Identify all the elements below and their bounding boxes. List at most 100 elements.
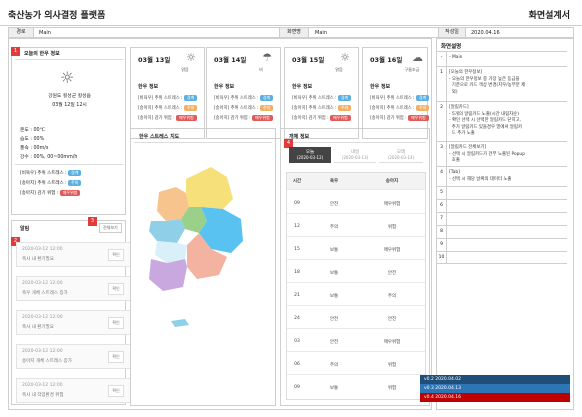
path-label: 경로 — [9, 28, 34, 37]
alerts-panel: 알림 3 전체보기 2 2020-03-12 12:00 축사 내 환기필요 확인 … — [11, 217, 131, 406]
doc-title: 화면설계서 — [528, 11, 570, 21]
forecast-date: 03월 15일 — [292, 56, 325, 64]
risk-badge: 경계 — [68, 170, 82, 176]
alert-time: 2020-03-12 12:00 — [22, 247, 63, 252]
author-label: 작성일 — [438, 28, 466, 37]
forecast-card-title: 한우 정보 — [292, 84, 313, 90]
alert-text: 축사 내 환기필요 — [22, 257, 54, 262]
forecast-date: 03월 16일 — [370, 56, 403, 64]
desc-row: 5 — [437, 186, 567, 199]
author-value: 2020.04.16 — [471, 30, 500, 36]
alert-confirm-button[interactable]: 확인 — [108, 351, 124, 363]
path-value: Main — [39, 30, 51, 36]
table-row: 06 주의 위험 — [287, 356, 425, 375]
version-tag: v0.3 2020.04.13 — [420, 384, 570, 393]
table-row: 09 보통 위험 — [294, 385, 397, 391]
alert-confirm-button[interactable]: 확인 — [108, 249, 124, 261]
forecast-date: 03월 14일 — [214, 56, 247, 64]
map-region-jeonnam — [149, 259, 187, 291]
forecast-risk: [비육우] 추위 스트레스 : 경계 — [214, 95, 274, 101]
marker-1: 1 — [11, 47, 20, 56]
desc-row: 6 — [437, 199, 567, 212]
map-region-chungnam — [149, 219, 185, 243]
alert-time: 2020-03-12 12:00 — [22, 383, 63, 388]
table-row: 21 보통 주의 — [287, 287, 425, 306]
table-row: 18 보통 안전 — [287, 264, 425, 283]
detail-table: 시간 육우 송아지 09 안전 매우위험 12 주의 위험 15 보통 매우위험 18 보통 안… — [286, 172, 426, 400]
forecast-risk: [비육우] 추위 스트레스 : 경계 — [292, 95, 352, 101]
alert-text: 축사 내 작업환경 위험 — [22, 393, 64, 398]
tab-day-after[interactable]: 모레 (2020-03-14) — [379, 147, 423, 163]
forecast-card-title: 한우 정보 — [138, 84, 159, 90]
alert-time: 2020-03-12 12:00 — [22, 281, 63, 286]
desc-row: 3 [알림카드 전체보기] - 선택 시 알림카드가 전부 노출된 Popup 호… — [437, 141, 567, 166]
alert-text: 축사 내 환기필요 — [22, 325, 54, 330]
today-risk-3: [송아지] 감기 위험 : 매우위험 — [20, 190, 81, 196]
korea-stress-map[interactable] — [131, 129, 276, 406]
desc-row: -- Main — [437, 51, 567, 66]
desc-row: 7 — [437, 212, 567, 225]
forecast-card-title: 한우 정보 — [214, 84, 235, 90]
table-row: 12 주의 위험 — [287, 218, 425, 237]
detail-panel: 개체 정보 4 오늘 (2020-03-12) 내일 (2020-03-13) 모레… — [280, 128, 430, 406]
alert-time: 2020-03-12 12:00 — [22, 315, 63, 320]
version-tag: v0.4 2020.04.16 — [420, 393, 570, 402]
location-text: 강원도 횡성군 횡성읍 — [48, 94, 91, 99]
alert-list: 2020-03-12 12:00 축사 내 환기필요 확인 2020-03-12 1… — [12, 221, 131, 406]
desc-row: 9 — [437, 238, 567, 251]
forecast-condition: 구름조금 — [404, 67, 420, 72]
forecast-risk: [송아지] 추위 스트레스 : 주의 — [292, 105, 352, 111]
path-bar: 경로 Main 화면명 Main 작성일 2020.04.16 — [8, 27, 574, 38]
desc-row: 4 [Tab] - 선택 시 해당 날짜의 데이터 노출 — [437, 166, 567, 186]
alert-text: 축우 개체 스트레스 증가 — [22, 291, 68, 296]
tab-tomorrow[interactable]: 내일 (2020-03-13) — [334, 147, 376, 163]
forecast-card-title: 한우 정보 — [370, 84, 391, 90]
version-tag: v0.2 2020.04.02 — [420, 375, 570, 384]
table-row: 15 보통 매우위험 — [287, 241, 425, 260]
alert-card: 2020-03-12 12:00 축사 내 환기필요 확인 — [16, 310, 131, 335]
app-title: 축산농가 의사결정 플랫폼 — [8, 11, 106, 21]
forecast-card[interactable]: 03월 16일 ☁ 구름조금 한우 정보 [비육우] 추위 스트레스 : 경계 … — [362, 47, 430, 139]
map-region-gangwon — [186, 167, 233, 209]
sun-icon: ☼ — [186, 51, 196, 64]
forecast-risk: [송아지] 감기 위험 : 매우위험 — [292, 115, 351, 121]
screen-value: Main — [315, 30, 327, 36]
app-header: 축산농가 의사결정 플랫폼 화면설계서 — [0, 0, 582, 26]
forecast-date: 03월 13일 — [138, 56, 171, 64]
alert-confirm-button[interactable]: 확인 — [108, 385, 124, 397]
forecast-card[interactable]: 03월 14일 ☂ 비 한우 정보 [비육우] 추위 스트레스 : 경계 [송아… — [206, 47, 281, 139]
forecast-card[interactable]: 03월 13일 ☼ 맑음 한우 정보 [비육우] 추위 스트레스 : 경계 [송… — [130, 47, 205, 139]
alert-text: 송아지 개체 스트레스 증가 — [22, 359, 72, 364]
desc-row: 1 [오늘의 한우정보] - 오늘의 한우정보 중 가장 높은 등급을 기준으로 … — [437, 66, 567, 101]
table-header: 시간 육우 송아지 — [287, 173, 425, 190]
today-risk-2: [송아지] 추위 스트레스 : 주의 — [20, 180, 82, 186]
risk-badge: 주의 — [68, 180, 82, 186]
forecast-card[interactable]: 03월 15일 ☼ 맑음 한우 정보 [비육우] 추위 스트레스 : 경계 [송… — [284, 47, 359, 139]
humidity-text: 습도 : 00% — [20, 137, 45, 142]
description-title: 화면설명 — [441, 44, 462, 50]
today-risk-1: [비육우] 추위 스트레스 : 경계 — [20, 170, 82, 176]
sun-icon: ☼ — [340, 51, 350, 64]
today-info-title: 오늘의 한우 정보 — [24, 51, 60, 57]
forecast-condition: 맑음 — [335, 67, 343, 72]
rain-text: 강수 : 00%, 00~00mm/h — [20, 155, 78, 160]
alert-time: 2020-03-12 12:00 — [22, 349, 63, 354]
screen-label: 화면명 — [279, 28, 309, 37]
col-header: 육우 — [329, 179, 339, 184]
rain-icon: ☂ — [262, 51, 272, 64]
desc-row: 2 [알림카드] - 5개의 알림카드 노출(시간 내림차순) - 확인 선택 시… — [437, 101, 567, 141]
table-row: 03 안전 매우위험 — [287, 333, 425, 352]
tab-today[interactable]: 오늘 (2020-03-12) — [289, 147, 331, 163]
table-row: 24 안전 안전 — [287, 310, 425, 329]
wind-text: 풍속 : 00m/s — [20, 146, 49, 151]
stress-map-panel: 한우 스트레스 지도 — [130, 128, 276, 406]
forecast-risk: [송아지] 감기 위험 : 매우위험 — [214, 115, 273, 121]
desc-row: 8 — [437, 225, 567, 238]
alert-confirm-button[interactable]: 확인 — [108, 283, 124, 295]
alert-confirm-button[interactable]: 확인 — [108, 317, 124, 329]
desc-row: 10 — [437, 251, 567, 264]
table-row: 09 안전 매우위험 — [287, 195, 425, 214]
alert-card: 2020-03-12 12:00 축사 내 작업환경 위험 확인 — [16, 378, 131, 403]
sun-icon: ☼ — [60, 68, 75, 87]
alert-card: 2020-03-12 12:00 축사 내 환기필요 확인 — [16, 242, 131, 267]
